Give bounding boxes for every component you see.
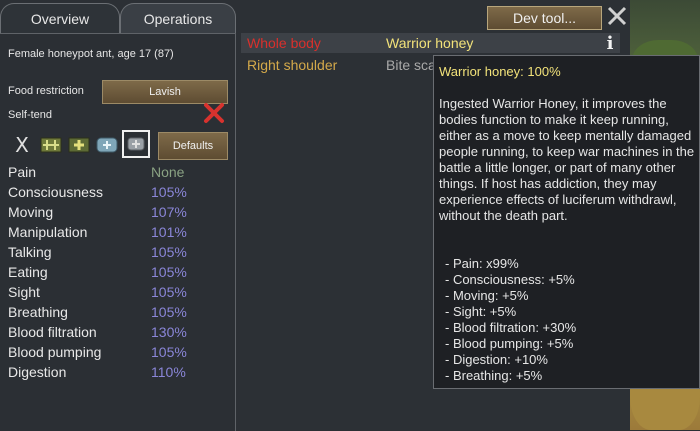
capacity-row: Eating 105% (8, 264, 208, 284)
hediff-tooltip: Warrior honey: 100% Ingested Warrior Hon… (433, 55, 700, 389)
tab-overview[interactable]: Overview (0, 3, 120, 34)
close-icon[interactable] (605, 4, 629, 28)
tooltip-effect-line: - Consciousness: +5% (445, 272, 575, 287)
capacity-value: 105% (151, 244, 187, 260)
capacity-value: 130% (151, 324, 187, 340)
overview-panel: Female honeypot ant, age 17 (87) Food re… (0, 33, 236, 431)
no-meds-icon[interactable] (122, 130, 150, 158)
capacity-name: Blood pumping (8, 344, 102, 360)
capacity-row: Manipulation 101% (8, 224, 208, 244)
capacity-row: Blood filtration 130% (8, 324, 208, 344)
capacity-value: 105% (151, 264, 187, 280)
capacity-name: Manipulation (8, 224, 88, 240)
self-tend-label: Self-tend (8, 109, 53, 121)
industrial-medicine-icon[interactable] (66, 134, 92, 156)
capacity-row: Moving 107% (8, 204, 208, 224)
tooltip-effect-line: - Blood filtration: +30% (445, 320, 577, 335)
capacity-row: Talking 105% (8, 244, 208, 264)
tooltip-effect-line: - Pain: x99% (445, 256, 519, 271)
hediff-warrior-honey[interactable]: Warrior honey (386, 35, 473, 51)
capacity-row: Sight 105% (8, 284, 208, 304)
capacity-name: Eating (8, 264, 48, 280)
glitterworld-medicine-icon[interactable] (95, 134, 119, 156)
capacity-name: Pain (8, 164, 37, 180)
capacity-value: 105% (151, 184, 187, 200)
tooltip-effect-line: - Moving: +5% (445, 288, 529, 303)
capacity-name: Sight (8, 284, 40, 300)
food-restriction-button[interactable]: Lavish (102, 80, 228, 104)
capacity-value: 110% (151, 364, 186, 380)
dev-tool-button[interactable]: Dev tool... (487, 6, 602, 30)
capacity-value: 105% (151, 284, 187, 300)
capacity-value: 107% (151, 204, 187, 220)
capacity-row: Blood pumping 105% (8, 344, 208, 364)
capacity-row: Breathing 105% (8, 304, 208, 324)
capacity-value: 105% (151, 304, 187, 320)
defaults-button[interactable]: Defaults (158, 132, 228, 160)
food-restriction-label: Food restriction (8, 85, 84, 97)
capacity-value: None (151, 164, 185, 180)
tooltip-effect-line: - Breathing: +5% (445, 368, 543, 383)
capacity-value: 101% (151, 224, 187, 240)
no-care-icon[interactable]: X (12, 133, 32, 157)
tooltip-effect-line: - Blood pumping: +5% (445, 336, 574, 351)
tooltip-effect-line: - Digestion: +10% (445, 352, 548, 367)
tooltip-description: Ingested Warrior Honey, it improves the … (439, 96, 695, 223)
capacity-row: Pain None (8, 164, 208, 184)
capacity-name: Blood filtration (8, 324, 97, 340)
capacity-name: Talking (8, 244, 52, 260)
tooltip-title: Warrior honey: 100% (439, 64, 561, 79)
capacity-name: Moving (8, 204, 54, 220)
info-icon[interactable]: i (601, 33, 619, 54)
herbal-medicine-icon[interactable] (38, 134, 64, 156)
body-part-whole-body[interactable]: Whole body (247, 35, 321, 51)
capacity-name: Consciousness (8, 184, 103, 200)
capacity-name: Digestion (8, 364, 67, 380)
tooltip-effect-line: - Sight: +5% (445, 304, 517, 319)
capacity-name: Breathing (8, 304, 68, 320)
body-part-right-shoulder[interactable]: Right shoulder (247, 57, 337, 73)
capacity-value: 105% (151, 344, 187, 360)
tooltip-effects-list: - Pain: x99% - Consciousness: +5% - Moving… (445, 256, 576, 384)
red-x-icon[interactable] (203, 102, 225, 124)
pawn-description: Female honeypot ant, age 17 (87) (8, 48, 174, 60)
capacity-row: Digestion 110% (8, 364, 208, 384)
tab-operations[interactable]: Operations (120, 3, 236, 34)
hediff-bite-scar[interactable]: Bite sca (386, 57, 436, 73)
capacity-row: Consciousness 105% (8, 184, 208, 204)
